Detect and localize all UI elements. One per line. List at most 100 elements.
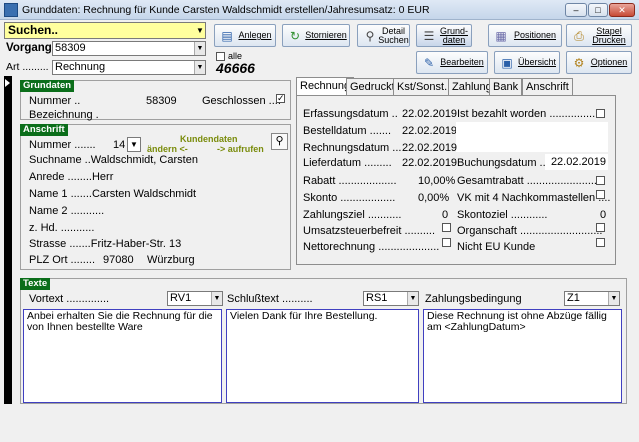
record-selector-strip[interactable] (4, 76, 12, 404)
uebersicht-label: Übersicht (517, 57, 556, 67)
skonto-value[interactable]: 0,00% (418, 192, 449, 204)
anschrift-nummer-label: Nummer ....... (29, 139, 96, 151)
optionen-label: Optionen (590, 57, 628, 67)
ist-bezahlt-label: Ist bezahlt worden ................. (457, 108, 602, 120)
stapel-drucken-button[interactable]: ⎙ Stapel Drucken (566, 24, 632, 47)
kundendaten-label: Kundendaten (180, 134, 238, 144)
count-value: 46666 (216, 60, 255, 76)
tab-anschrift[interactable]: Anschrift (522, 78, 573, 95)
search-field[interactable]: Suchen.. (4, 22, 206, 39)
maximize-button[interactable]: □ (588, 3, 608, 17)
rabatt-label: Rabatt ................... (303, 175, 397, 187)
vortext-code-combo[interactable]: RV1 ▼ (167, 291, 223, 306)
vorgang-label: Vorgang (6, 42, 52, 54)
chevron-down-icon: ▼ (130, 140, 138, 149)
geschlossen-checkbox[interactable]: ✓ (276, 94, 285, 103)
rechnungsdatum-label: Rechnungsdatum ... (303, 142, 402, 154)
options-icon: ⚙ (573, 56, 585, 70)
tab-bank[interactable]: Bank (489, 78, 523, 95)
ust-checkbox[interactable] (442, 223, 451, 232)
zahlungsbedingung-code-value: Z1 (567, 292, 580, 304)
rabatt-value[interactable]: 10,00% (418, 175, 455, 187)
customer-search-button[interactable]: ⚲ (271, 133, 288, 150)
grunddaten-nummer-value[interactable]: 58309 (146, 95, 177, 107)
chevron-down-icon[interactable]: ▼ (194, 61, 205, 74)
art-combo[interactable]: Rechnung ▼ (52, 60, 206, 75)
stornieren-button[interactable]: ↻ Stornieren (282, 24, 350, 47)
lieferdatum-label: Lieferdatum ......... (303, 157, 392, 169)
tab-gedruckt[interactable]: Gedruckt (346, 78, 399, 95)
skonto-label: Skonto .................. (303, 192, 396, 204)
chevron-down-icon[interactable]: ▼ (194, 42, 205, 55)
bestelldatum-value[interactable]: 22.02.2019 (402, 125, 457, 137)
vk4-checkbox[interactable] (596, 190, 605, 199)
zhd-field: z. Hd. ........... (29, 222, 95, 234)
chevron-down-icon[interactable]: ▼ (608, 292, 619, 305)
detail-suchen-label: Detail Suchen (378, 25, 409, 45)
kundendaten-aufrufen-link[interactable]: -> aufrufen (217, 144, 264, 154)
record-pointer-icon (5, 79, 10, 87)
new-document-icon: ▤ (221, 29, 233, 43)
bearbeiten-button[interactable]: ✎ Bearbeiten (416, 51, 488, 74)
name1-field: Name 1 .......Carsten Waldschmidt (29, 188, 197, 200)
bestelldatum-label: Bestelldatum ....... (303, 125, 392, 137)
close-button[interactable]: ✕ (609, 3, 635, 17)
anschrift-header: Anschrift (20, 124, 68, 136)
vorgang-value: 58309 (55, 42, 86, 54)
grunddaten-button[interactable]: ☰ Grund-daten (416, 24, 472, 47)
skontoziel-value[interactable]: 0 (600, 209, 606, 221)
netto-checkbox[interactable] (442, 238, 451, 247)
zahlungstext-memo[interactable]: Diese Rechnung ist ohne Abzüge fällig am… (423, 309, 622, 403)
erfassungsdatum-label: Erfassungsdatum .. (303, 108, 398, 120)
strasse-field: Strasse .......Fritz-Haber-Str. 13 (29, 238, 182, 250)
printer-icon: ⎙ (574, 29, 584, 43)
zahlungsziel-value[interactable]: 0 (442, 209, 448, 221)
optionen-button[interactable]: ⚙ Optionen (566, 51, 632, 74)
ort-value[interactable]: Würzburg (147, 254, 195, 266)
gesamtrabatt-checkbox[interactable] (596, 176, 605, 185)
schlusstext-label: Schlußtext .......... (227, 293, 313, 305)
bezeichnung-label: Bezeichnung . (29, 109, 99, 121)
grunddaten-nummer-label: Nummer .. (29, 95, 81, 107)
ist-bezahlt-checkbox[interactable] (596, 109, 605, 118)
erfassungsdatum-value[interactable]: 22.02.2019 (402, 108, 457, 120)
anschrift-nummer-value[interactable]: 14 (113, 139, 125, 151)
bearbeiten-label: Bearbeiten (440, 57, 484, 67)
vortext-memo[interactable]: Anbei erhalten Sie die Rechnung für die … (23, 309, 222, 403)
geschlossen-label: Geschlossen .... (202, 95, 281, 107)
skontoziel-label: Skontoziel ............ (457, 209, 548, 221)
anrede-field: Anrede ........Herr (29, 171, 114, 183)
organschaft-checkbox[interactable] (596, 223, 605, 232)
vortext-code-value: RV1 (170, 292, 192, 304)
plz-value[interactable]: 97080 (103, 254, 134, 266)
schlusstext-memo[interactable]: Vielen Dank für Ihre Bestellung. (226, 309, 419, 403)
positionen-button[interactable]: ▦ Positionen (488, 24, 562, 47)
zahlungsbedingung-code-combo[interactable]: Z1 ▼ (564, 291, 620, 306)
art-label: Art ......... (6, 61, 49, 73)
app-icon (4, 3, 18, 17)
vorgang-combo[interactable]: 58309 ▼ (52, 41, 206, 56)
buchungsdatum-field[interactable]: 22.02.2019 (545, 154, 608, 170)
grunddaten-group: Grundaten Nummer .. 58309 Geschlossen ..… (20, 80, 291, 121)
anlegen-button[interactable]: ▤ Anlegen (214, 24, 276, 47)
anschrift-nummer-dropdown[interactable]: ▼ (127, 137, 141, 152)
schlusstext-code-combo[interactable]: RS1 ▼ (363, 291, 419, 306)
texte-group: Texte Vortext .............. RV1 ▼ Schlu… (20, 278, 627, 404)
uebersicht-button[interactable]: ▣ Übersicht (494, 51, 560, 74)
search-icon: ⚲ (275, 135, 284, 147)
art-value: Rechnung (55, 61, 106, 73)
nicht-eu-checkbox[interactable] (596, 238, 605, 247)
netto-label: Nettorechnung .................... (303, 241, 440, 253)
schlusstext-code-value: RS1 (366, 292, 388, 304)
texte-header: Texte (20, 278, 51, 290)
chevron-down-icon[interactable]: ▼ (211, 292, 222, 305)
minimize-button[interactable]: – (565, 3, 587, 17)
buchungsdatum-label: Buchungsdatum ... (457, 157, 549, 169)
search-dropdown-icon[interactable]: ▼ (195, 23, 205, 38)
chevron-down-icon[interactable]: ▼ (407, 292, 418, 305)
detail-suchen-button[interactable]: ⚲ Detail Suchen (357, 24, 410, 47)
lieferdatum-value[interactable]: 22.02.2019 (402, 157, 457, 169)
rechnungsdatum-value[interactable]: 22.02.2019 (402, 142, 457, 154)
tab-kst-sonst[interactable]: Kst/Sonst. (393, 78, 452, 95)
kundendaten-aendern-link[interactable]: ändern <- (147, 144, 188, 154)
